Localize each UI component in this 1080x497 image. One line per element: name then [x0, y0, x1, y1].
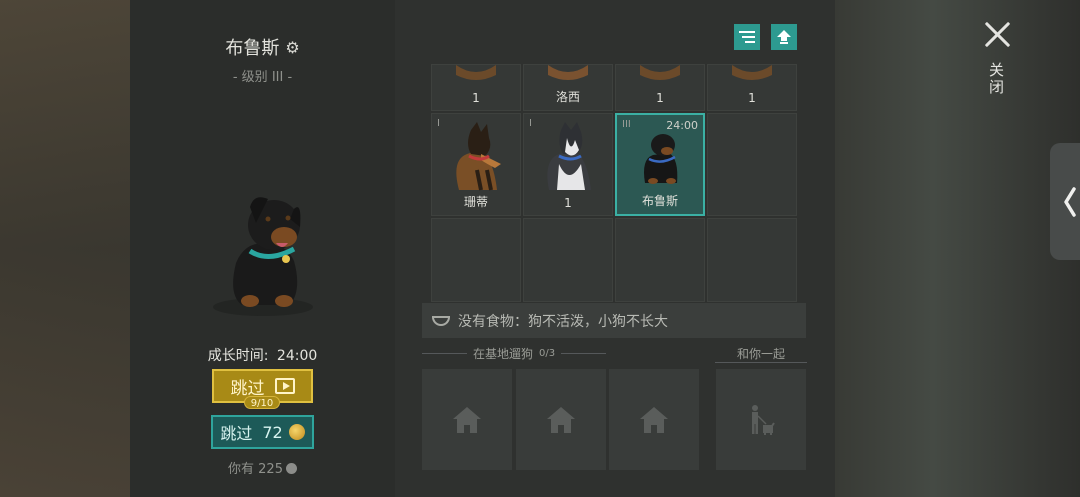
background-left: [0, 0, 130, 497]
dog-level-badge: III: [622, 119, 631, 130]
grow-time-row: 成长时间: 24:00: [130, 345, 395, 365]
dog-cell-label: 布鲁斯: [641, 194, 678, 208]
gold-coin-icon: [288, 424, 305, 440]
currency-have-label: 你有 225: [228, 462, 283, 477]
chevron-left-icon: [1064, 186, 1076, 217]
husky-image: [547, 122, 591, 190]
shepherd-dog-image: [548, 65, 588, 80]
gear-icon[interactable]: ⚙: [285, 38, 299, 57]
arrow-up-icon: [777, 30, 791, 44]
empty-dog-cell[interactable]: [707, 218, 797, 302]
skip-with-coins-button[interactable]: 跳过 72: [211, 415, 314, 449]
rottweiler-puppy-image: [644, 134, 678, 184]
empty-dog-cell[interactable]: [707, 113, 797, 216]
food-status-bar: 没有食物：狗不活泼，小狗不长大: [422, 303, 806, 338]
with-you-label: 和你一起: [736, 347, 785, 361]
dog-cell-label: 1: [748, 91, 756, 105]
grow-time-label: 成长时间:: [207, 348, 269, 364]
dog-cell-selected[interactable]: III 24:00 布鲁斯: [615, 113, 705, 216]
house-icon: [547, 406, 575, 433]
base-walk-header: 在基地遛狗 0/3: [422, 345, 607, 362]
side-drawer-tab[interactable]: [1050, 143, 1080, 260]
background-right: [835, 0, 1080, 497]
rottweiler-puppy-image: [213, 197, 313, 316]
ad-count-badge: 9/10: [244, 396, 280, 409]
skip-coin-label: 跳过: [220, 424, 253, 443]
empty-dog-cell[interactable]: [523, 218, 613, 302]
silver-coin-icon: [285, 463, 297, 474]
food-status-message: 没有食物：狗不活泼，小狗不长大: [458, 313, 668, 330]
close-icon[interactable]: [983, 20, 1011, 48]
dog-name: 布鲁斯: [225, 38, 280, 59]
dog-cell-label: 1: [564, 196, 572, 210]
dog-cell[interactable]: I 珊蒂: [431, 113, 521, 216]
upgrade-button[interactable]: [771, 24, 797, 50]
divider: [715, 362, 807, 363]
divider: [422, 353, 467, 354]
house-icon: [453, 406, 481, 433]
sort-icon: [739, 31, 755, 43]
dog-cell[interactable]: I 1: [523, 113, 613, 216]
dog-cell[interactable]: 1: [431, 64, 521, 111]
grow-time-value: 24:00: [276, 348, 318, 364]
dog-level-badge: I: [529, 118, 532, 129]
house-icon: [640, 406, 668, 433]
german-shepherd-image: [456, 122, 501, 191]
dog-cell-label: 洛西: [555, 90, 580, 104]
shepherd-dog-image: [456, 65, 496, 80]
empty-dog-cell[interactable]: [615, 218, 705, 302]
dog-cell-label: 1: [472, 91, 480, 105]
dog-cell[interactable]: 1: [707, 64, 797, 111]
base-walk-slot[interactable]: [516, 369, 606, 470]
dog-cell[interactable]: 洛西: [523, 64, 613, 111]
person-with-dog-icon: [752, 404, 775, 435]
divider: [561, 353, 607, 354]
empty-dog-cell[interactable]: [431, 218, 521, 302]
dog-cell[interactable]: 1: [615, 64, 705, 111]
base-walk-count: 0/3: [538, 348, 556, 359]
shepherd-dog-image: [732, 65, 772, 80]
base-walk-slot[interactable]: [609, 369, 699, 470]
base-walk-label: 在基地遛狗: [472, 347, 533, 361]
dog-level: - 级别 III -: [232, 70, 293, 85]
skip-ad-label: 跳过: [230, 378, 265, 399]
video-play-icon: [274, 378, 295, 394]
dog-name-row: 布鲁斯 ⚙: [130, 34, 395, 60]
currency-have-row: 你有 225: [130, 458, 395, 477]
sort-button[interactable]: [734, 24, 760, 50]
food-bowl-icon: [432, 315, 450, 326]
skip-coin-cost: 72: [262, 422, 283, 442]
shepherd-dog-image: [640, 65, 680, 80]
dog-cell-label: 1: [656, 91, 664, 105]
base-walk-slot[interactable]: [422, 369, 512, 470]
dog-level-badge: I: [437, 118, 440, 129]
dog-cell-label: 珊蒂: [463, 195, 488, 209]
companion-slot[interactable]: [716, 369, 806, 470]
close-label[interactable]: 关闭: [987, 62, 1007, 96]
